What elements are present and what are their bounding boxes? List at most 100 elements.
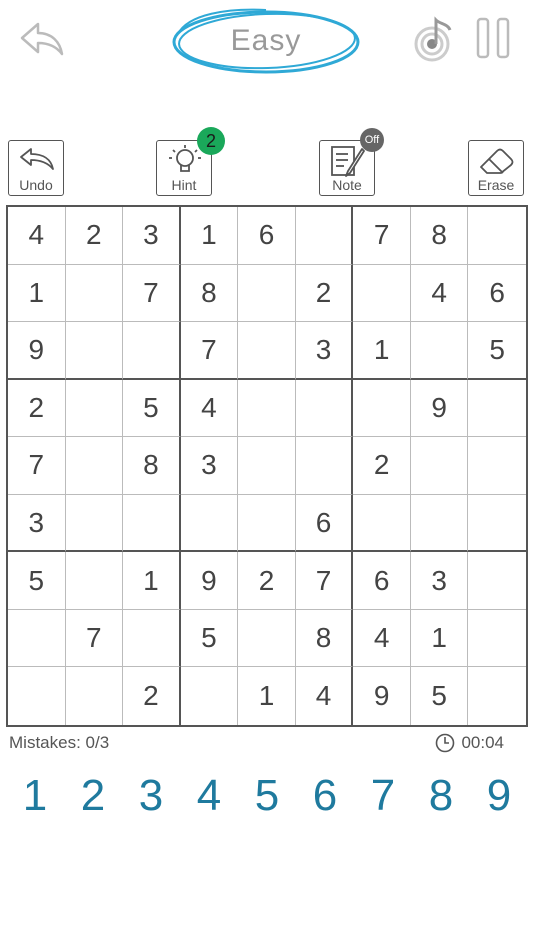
grid-cell[interactable]	[468, 552, 526, 610]
grid-cell[interactable]	[295, 379, 354, 438]
grid-cell[interactable]	[468, 667, 526, 725]
grid-cell[interactable]	[65, 322, 124, 380]
grid-cell[interactable]: 4	[353, 609, 411, 668]
grid-cell[interactable]: 3	[180, 437, 239, 495]
pause-button[interactable]	[476, 17, 510, 59]
grid-cell[interactable]: 2	[123, 667, 181, 725]
grid-cell[interactable]: 5	[411, 667, 469, 725]
grid-cell[interactable]	[295, 437, 354, 495]
grid-cell[interactable]	[353, 494, 411, 553]
grid-cell[interactable]: 2	[353, 437, 411, 495]
numpad-key[interactable]: 5	[238, 770, 296, 830]
grid-cell[interactable]: 3	[8, 494, 66, 553]
grid-cell[interactable]: 6	[238, 207, 296, 265]
note-button[interactable]: Note Off	[319, 128, 384, 196]
grid-cell[interactable]: 9	[410, 379, 469, 438]
grid-cell[interactable]	[8, 609, 66, 668]
grid-cell[interactable]: 1	[180, 207, 239, 265]
grid-cell[interactable]	[123, 494, 181, 553]
grid-cell[interactable]: 1	[8, 264, 66, 323]
grid-cell[interactable]: 4	[180, 379, 239, 438]
grid-cell[interactable]	[353, 264, 411, 323]
numpad-key[interactable]: 3	[122, 770, 180, 830]
numpad-key[interactable]: 9	[470, 770, 528, 830]
grid-cell[interactable]: 3	[410, 552, 469, 610]
music-button[interactable]	[412, 16, 456, 62]
grid-cell[interactable]	[65, 437, 124, 495]
grid-cell[interactable]: 5	[468, 322, 526, 380]
grid-cell[interactable]: 1	[123, 552, 181, 610]
grid-cell[interactable]	[8, 667, 66, 725]
numpad-key[interactable]: 7	[354, 770, 412, 830]
grid-cell[interactable]	[123, 609, 181, 668]
numpad-key[interactable]: 1	[6, 770, 64, 830]
grid-cell[interactable]	[238, 322, 296, 380]
grid-cell[interactable]: 4	[296, 667, 354, 725]
grid-cell[interactable]: 7	[123, 264, 181, 323]
grid-cell[interactable]: 6	[353, 552, 411, 610]
grid-cell[interactable]: 5	[8, 552, 66, 610]
grid-cell[interactable]	[410, 437, 469, 495]
grid-cell[interactable]	[238, 379, 296, 438]
grid-cell[interactable]: 2	[65, 207, 124, 265]
grid-cell[interactable]: 5	[180, 609, 239, 668]
grid-cell[interactable]	[295, 207, 354, 265]
grid-cell[interactable]	[468, 610, 526, 668]
grid-cell[interactable]: 7	[295, 552, 354, 610]
music-note-icon	[414, 16, 452, 62]
grid-cell[interactable]: 8	[410, 207, 469, 265]
numpad-key[interactable]: 2	[64, 770, 122, 830]
grid-cell[interactable]: 2	[8, 379, 66, 438]
grid-cell[interactable]	[410, 322, 469, 380]
hint-button[interactable]: Hint 2	[156, 127, 225, 196]
grid-cell[interactable]	[65, 552, 124, 610]
grid-cell[interactable]: 7	[65, 609, 124, 668]
grid-cell[interactable]: 3	[123, 207, 181, 265]
grid-cell[interactable]	[238, 437, 296, 495]
back-button[interactable]	[18, 18, 66, 60]
grid-cell[interactable]	[238, 494, 296, 553]
grid-cell[interactable]	[123, 322, 181, 380]
grid-cell[interactable]	[410, 494, 469, 553]
grid-cell[interactable]	[66, 667, 124, 725]
numpad-key[interactable]: 8	[412, 770, 470, 830]
numpad-key[interactable]: 4	[180, 770, 238, 830]
grid-cell[interactable]: 7	[180, 322, 239, 380]
grid-cell[interactable]: 9	[8, 322, 66, 380]
grid-cell[interactable]	[65, 264, 124, 323]
grid-cell[interactable]: 5	[123, 379, 181, 438]
grid-cell[interactable]	[181, 667, 239, 725]
grid-cell[interactable]	[468, 495, 526, 553]
grid-cell[interactable]	[238, 609, 296, 668]
eraser-icon	[480, 148, 514, 174]
grid-cell[interactable]: 4	[8, 207, 66, 265]
grid-cell[interactable]	[468, 437, 526, 495]
numpad-key[interactable]: 6	[296, 770, 354, 830]
grid-cell[interactable]	[65, 494, 124, 553]
grid-cell[interactable]	[468, 207, 526, 265]
grid-cell[interactable]	[353, 379, 411, 438]
grid-cell[interactable]	[180, 494, 239, 553]
grid-cell[interactable]: 4	[410, 264, 469, 323]
grid-cell[interactable]: 1	[410, 609, 469, 668]
grid-cell[interactable]: 6	[295, 494, 354, 553]
grid-cell[interactable]: 2	[238, 552, 296, 610]
grid-cell[interactable]: 3	[295, 322, 354, 380]
grid-cell[interactable]: 8	[295, 609, 354, 668]
grid-cell[interactable]	[65, 379, 124, 438]
grid-cell[interactable]	[238, 264, 296, 323]
erase-button[interactable]: Erase	[468, 140, 524, 196]
undo-button[interactable]: Undo	[8, 140, 64, 196]
grid-cell[interactable]: 6	[468, 265, 526, 323]
grid-cell[interactable]: 7	[353, 207, 411, 265]
grid-cell[interactable]: 2	[295, 264, 354, 323]
grid-cell[interactable]: 8	[180, 264, 239, 323]
grid-cell[interactable]: 8	[123, 437, 181, 495]
grid-cell[interactable]	[468, 380, 526, 438]
grid-cell[interactable]: 1	[238, 667, 296, 725]
grid-cell[interactable]: 1	[353, 322, 411, 380]
grid-cell[interactable]: 7	[8, 437, 66, 495]
grid-cell[interactable]: 9	[353, 667, 411, 725]
grid-cell[interactable]: 9	[180, 552, 239, 610]
lightbulb-icon	[169, 145, 201, 172]
